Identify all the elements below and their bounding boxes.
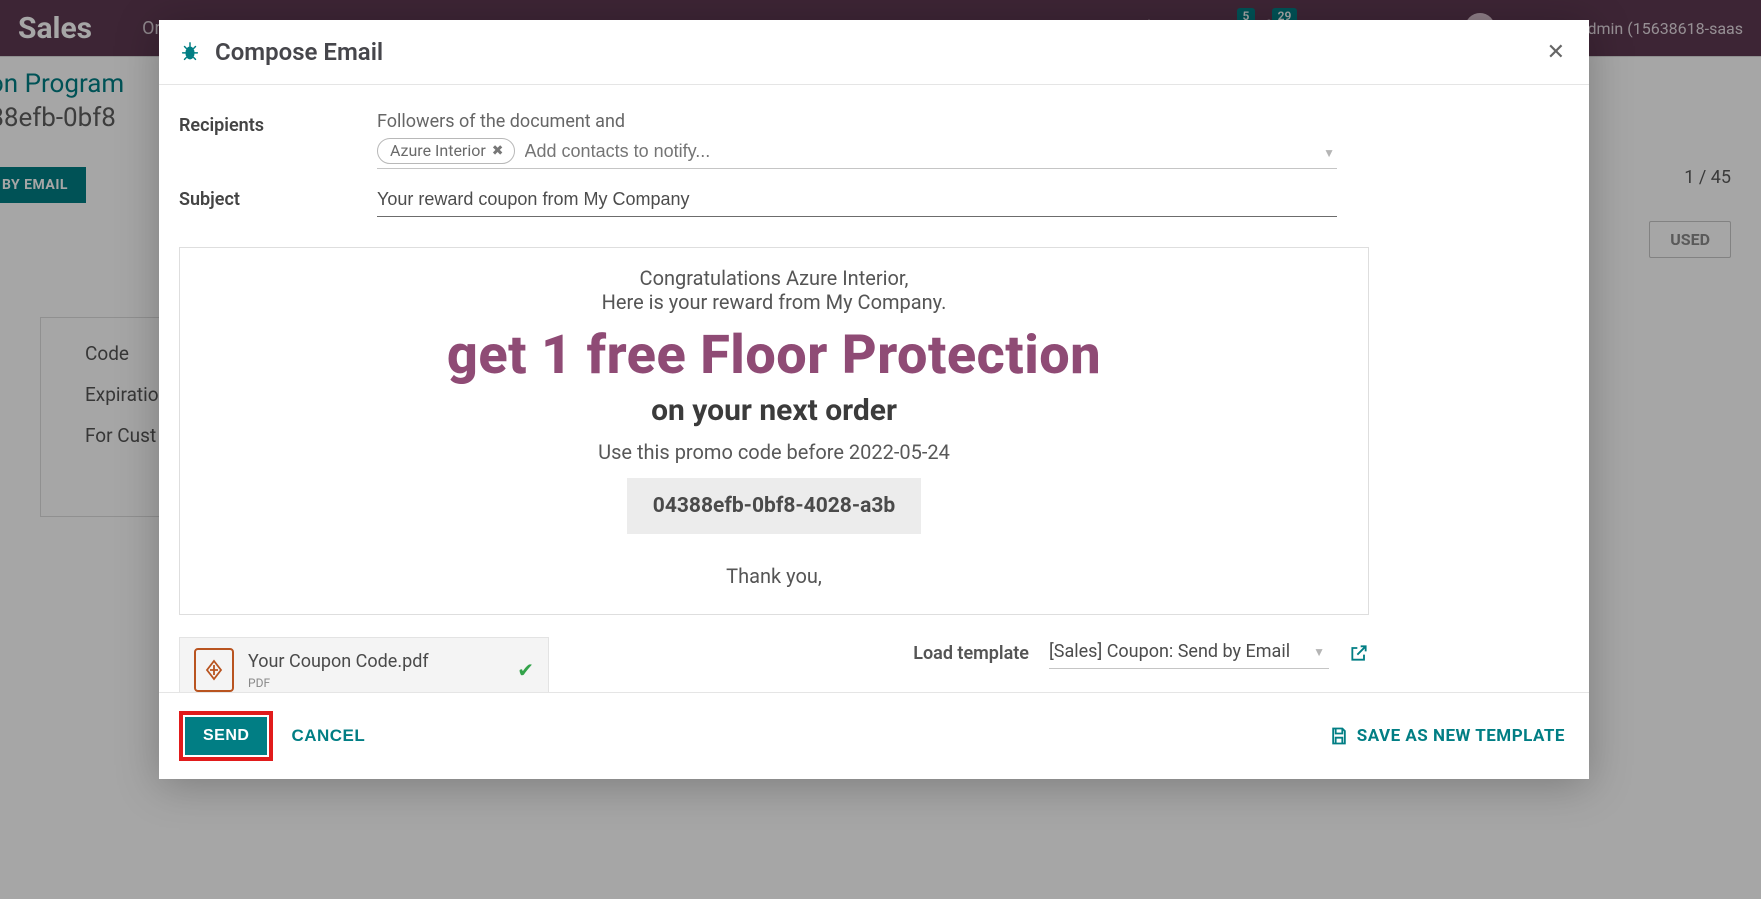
body-headline: get 1 free Floor Protection: [210, 326, 1338, 385]
body-thanks: Thank you,: [210, 564, 1338, 588]
compose-email-modal: Compose Email ✕ Recipients Followers of …: [159, 20, 1589, 779]
save-icon: [1329, 726, 1349, 746]
modal-header: Compose Email ✕: [159, 20, 1589, 85]
email-body-editor[interactable]: Congratulations Azure Interior, Here is …: [179, 247, 1369, 615]
recipient-tag-label: Azure Interior: [390, 141, 486, 160]
modal-title: Compose Email: [215, 38, 383, 66]
attachment-ok-icon: ✔: [517, 658, 534, 682]
template-select[interactable]: [Sales] Coupon: Send by Email ▼: [1049, 637, 1329, 669]
chevron-down-icon[interactable]: ▼: [1313, 645, 1325, 659]
modal-footer: SEND CANCEL SAVE AS NEW TEMPLATE: [159, 692, 1589, 779]
external-link-icon[interactable]: [1349, 643, 1369, 663]
attachment-name: Your Coupon Code.pdf: [248, 651, 429, 672]
send-button-highlight: SEND: [179, 711, 273, 761]
body-subhead: on your next order: [210, 393, 1338, 428]
save-as-template-label: SAVE AS NEW TEMPLATE: [1357, 726, 1565, 746]
body-greeting-2: Here is your reward from My Company.: [210, 290, 1338, 314]
recipients-dropdown-icon[interactable]: ▼: [1323, 146, 1335, 160]
recipients-followers-note: Followers of the document and: [377, 111, 1565, 132]
body-use-before: Use this promo code before 2022-05-24: [210, 440, 1338, 464]
close-icon[interactable]: ✕: [1547, 40, 1565, 65]
remove-tag-icon[interactable]: ✖: [492, 143, 504, 159]
modal-body: Recipients Followers of the document and…: [159, 85, 1589, 692]
template-label: Load template: [913, 643, 1029, 664]
body-greeting-1: Congratulations Azure Interior,: [210, 266, 1338, 290]
recipients-input[interactable]: [525, 139, 1337, 164]
attachment-ext: PDF: [248, 676, 429, 690]
attachment-card[interactable]: Your Coupon Code.pdf PDF ✔: [179, 637, 549, 692]
debug-icon[interactable]: [179, 41, 201, 63]
recipients-label: Recipients: [179, 111, 377, 136]
send-button[interactable]: SEND: [185, 717, 267, 755]
subject-input[interactable]: [377, 185, 1337, 217]
template-value: [Sales] Coupon: Send by Email: [1049, 641, 1290, 662]
recipient-tag[interactable]: Azure Interior ✖: [377, 138, 515, 164]
cancel-button[interactable]: CANCEL: [291, 726, 365, 746]
save-as-template-button[interactable]: SAVE AS NEW TEMPLATE: [1329, 726, 1565, 746]
subject-label: Subject: [179, 185, 377, 210]
body-promo-code: 04388efb-0bf8-4028-a3b: [627, 478, 921, 534]
pdf-icon: [194, 648, 234, 692]
recipients-input-row[interactable]: Azure Interior ✖ ▼: [377, 138, 1337, 169]
